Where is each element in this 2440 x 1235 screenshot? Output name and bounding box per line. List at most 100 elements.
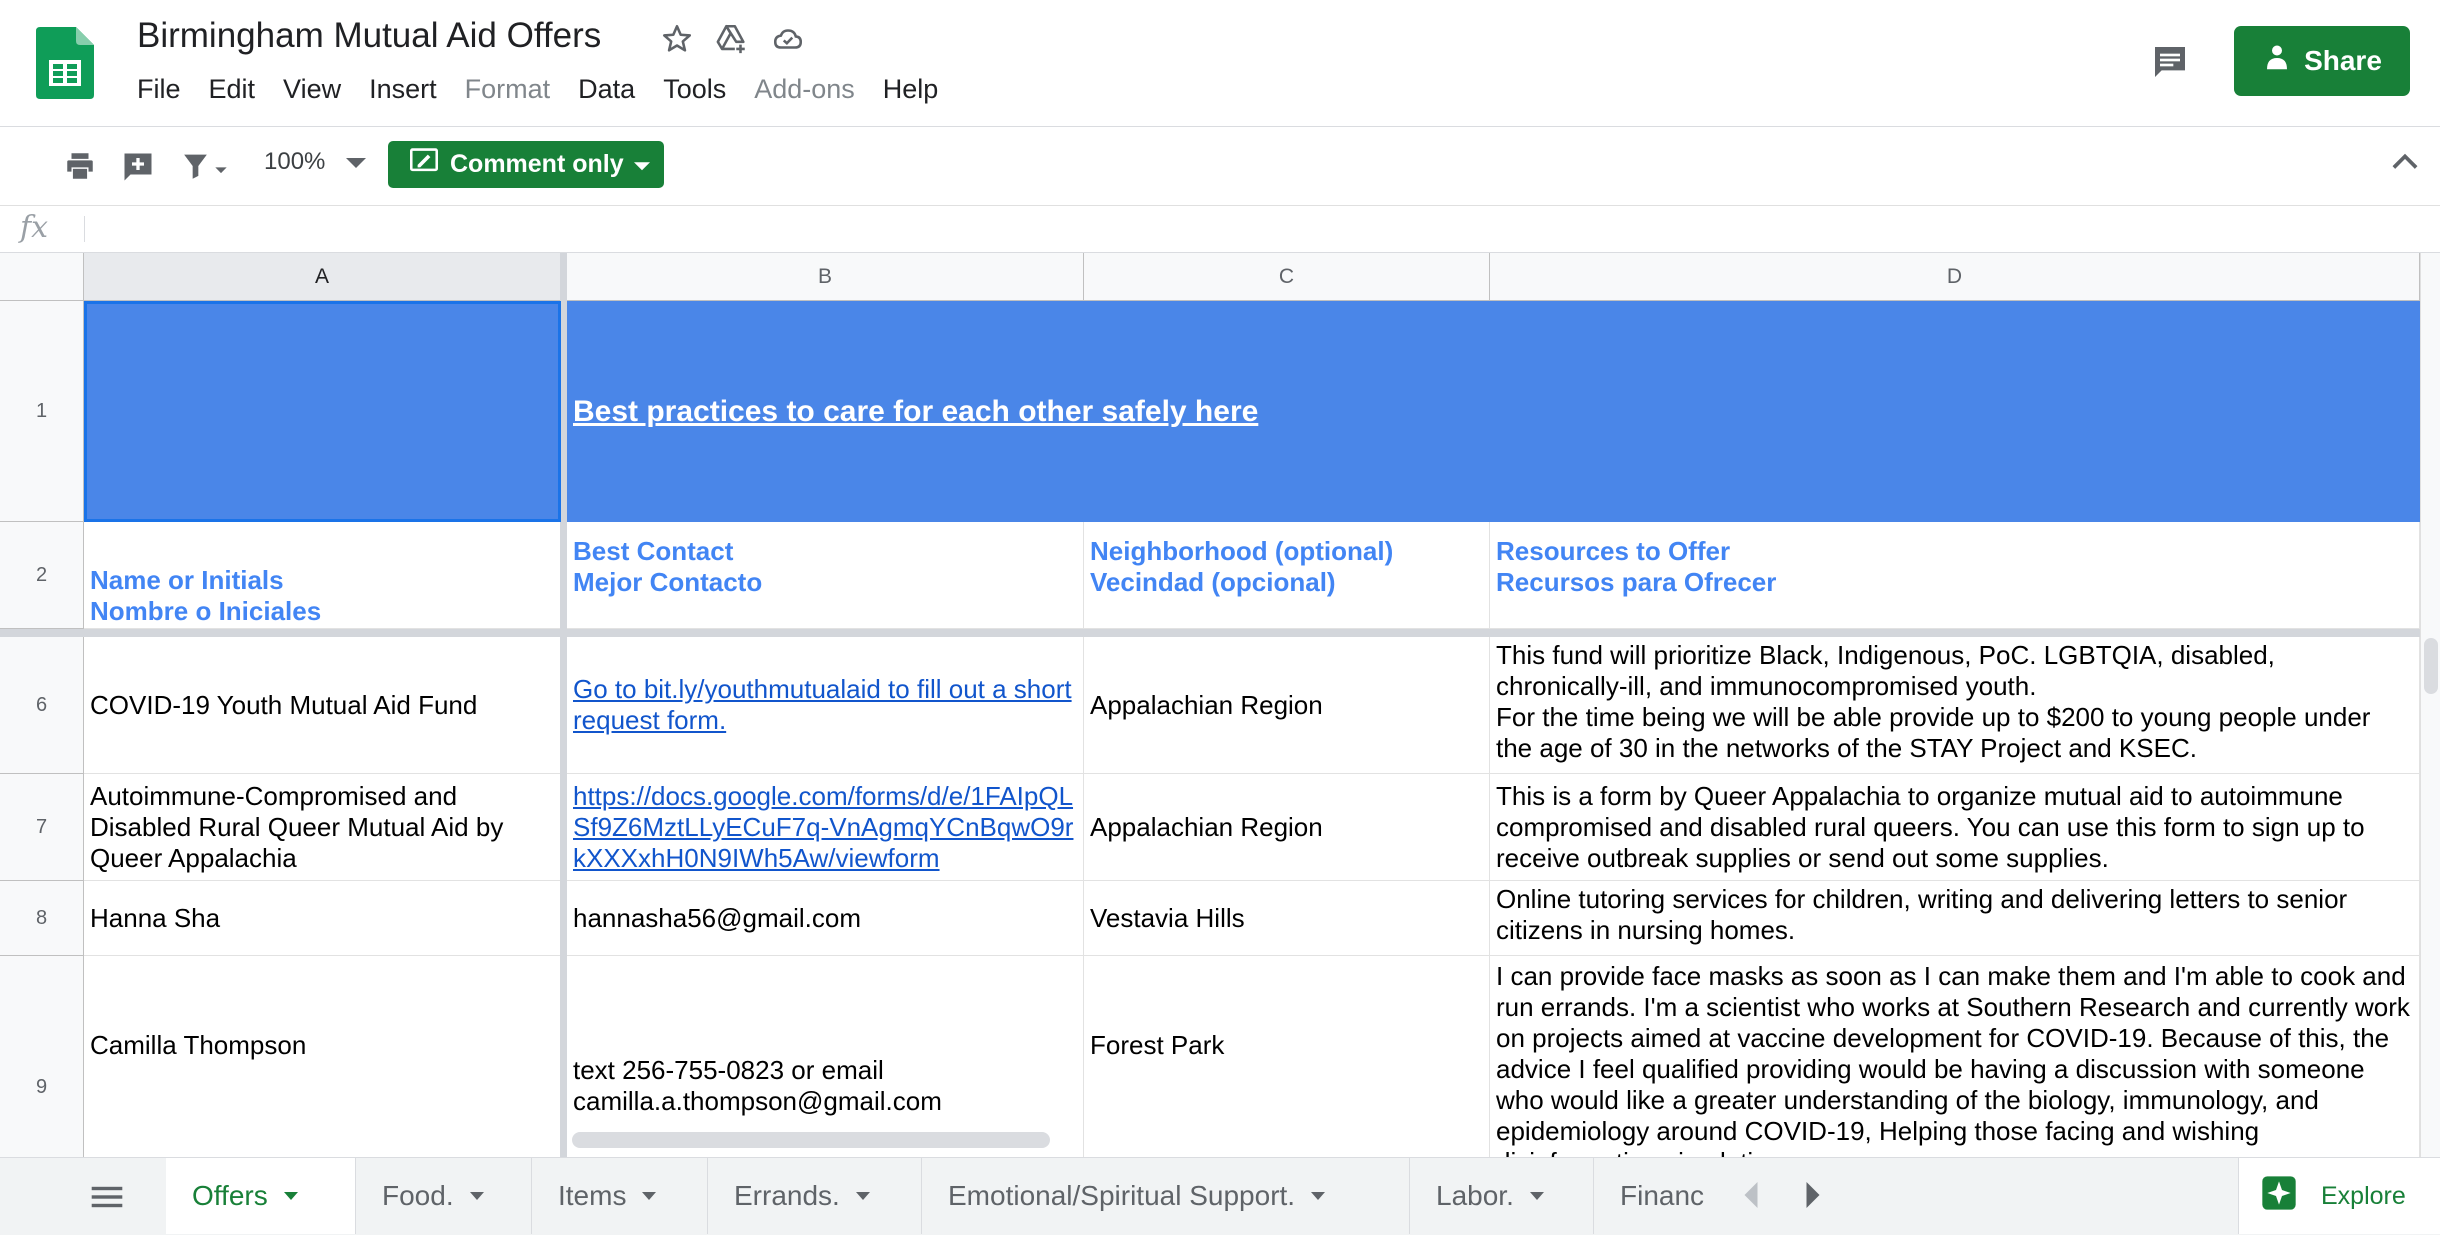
chevron-down-icon[interactable] <box>283 1192 298 1200</box>
comments-icon[interactable] <box>2148 42 2192 87</box>
share-lock-icon <box>2262 43 2292 80</box>
cell-a2[interactable]: Name or Initials Nombre o Iniciales <box>84 522 561 629</box>
sheets-logo-icon[interactable] <box>36 27 94 104</box>
column-header-d[interactable]: D <box>1490 253 2420 301</box>
sheet-tab-label: Items <box>558 1180 627 1211</box>
sheet-tab-financial[interactable]: Financ <box>1594 1158 1714 1234</box>
chevron-down-icon[interactable] <box>855 1192 870 1200</box>
cell-a9[interactable]: Camilla Thompson <box>84 956 561 1157</box>
sheet-tab-label: Labor. <box>1436 1180 1514 1211</box>
menu-file[interactable]: File <box>137 74 181 105</box>
cell-a1[interactable] <box>84 301 561 522</box>
cell-d7[interactable]: This is a form by Queer Appalachia to or… <box>1490 774 2420 881</box>
scroll-tabs-right-icon[interactable] <box>1804 1182 1822 1213</box>
menu-view[interactable]: View <box>283 74 341 105</box>
scroll-tabs-left-icon[interactable] <box>1742 1182 1760 1213</box>
zoom-select[interactable]: 100% <box>264 148 325 176</box>
menu-data[interactable]: Data <box>578 74 635 105</box>
sheet-tab-label: Emotional/Spiritual Support. <box>948 1180 1296 1211</box>
cell-d2[interactable]: Resources to Offer Recursos para Ofrecer <box>1490 522 2420 629</box>
explore-icon <box>2259 1173 2299 1220</box>
explore-button[interactable]: Explore <box>2238 1158 2440 1234</box>
sheet-tab-errands[interactable]: Errands. <box>708 1158 922 1234</box>
chevron-down-icon[interactable] <box>1529 1192 1544 1200</box>
zoom-dropdown-icon[interactable] <box>346 157 366 176</box>
cell-d8[interactable]: Online tutoring services for children, w… <box>1490 881 2420 956</box>
app-header: Birmingham Mutual Aid Offers File Edit V… <box>0 0 2440 127</box>
cell-b7-link[interactable]: https://docs.google.com/forms/d/e/1FAIpQ… <box>567 774 1084 881</box>
frozen-column-divider[interactable] <box>560 253 567 1157</box>
select-all-corner[interactable] <box>0 253 84 301</box>
cell-c9[interactable]: Forest Park <box>1084 956 1490 1157</box>
row-header-7[interactable]: 7 <box>0 774 84 881</box>
menu-edit[interactable]: Edit <box>209 74 256 105</box>
sheet-tab-label: Offers <box>192 1180 268 1211</box>
comment-only-dropdown-icon <box>633 150 650 179</box>
toolbar <box>0 127 2440 206</box>
comment-edit-icon <box>408 147 440 182</box>
sheet-tab-offers[interactable]: Offers <box>166 1158 356 1234</box>
formula-divider <box>84 216 85 242</box>
row-header-1[interactable]: 1 <box>0 301 84 522</box>
row-header-9[interactable]: 9 <box>0 956 84 1157</box>
sheet-tab-labor[interactable]: Labor. <box>1410 1158 1594 1234</box>
menu-help[interactable]: Help <box>883 74 939 105</box>
vertical-scrollbar[interactable] <box>2424 638 2438 694</box>
column-header-a[interactable]: A <box>84 253 561 301</box>
filter-icon[interactable] <box>176 149 232 188</box>
fx-icon: fx <box>20 210 49 245</box>
best-practices-link[interactable]: Best practices to care for each other sa… <box>573 396 1258 427</box>
cell-b9[interactable]: text 256-755-0823 or email camilla.a.tho… <box>567 956 1084 1157</box>
move-to-drive-icon[interactable] <box>714 22 750 56</box>
sheet-tab-label: Financ <box>1620 1180 1705 1211</box>
cell-a7[interactable]: Autoimmune-Compromised and Disabled Rura… <box>84 774 561 881</box>
star-icon[interactable] <box>660 22 694 56</box>
document-title[interactable]: Birmingham Mutual Aid Offers <box>137 16 601 56</box>
comment-only-label: Comment only <box>450 150 624 178</box>
menu-insert[interactable]: Insert <box>369 74 437 105</box>
all-sheets-menu-icon[interactable] <box>90 1184 124 1215</box>
cell-c2[interactable]: Neighborhood (optional) Vecindad (opcion… <box>1084 522 1490 629</box>
sheet-tabs-bar: Offers Food. Items Errands. Emotional/Sp… <box>0 1157 2440 1235</box>
explore-label: Explore <box>2321 1181 2406 1210</box>
cell-c7[interactable]: Appalachian Region <box>1084 774 1490 881</box>
chevron-down-icon[interactable] <box>469 1192 484 1200</box>
cell-b1-banner[interactable]: Best practices to care for each other sa… <box>567 301 2420 522</box>
chevron-down-icon[interactable] <box>642 1192 657 1200</box>
vertical-scroll-track[interactable] <box>2420 253 2440 1157</box>
chevron-down-icon[interactable] <box>1311 1192 1326 1200</box>
cell-d9[interactable]: I can provide face masks as soon as I ca… <box>1490 956 2420 1157</box>
sheet-tab-emotional-spiritual-support[interactable]: Emotional/Spiritual Support. <box>922 1158 1410 1234</box>
menu-add-ons: Add-ons <box>754 74 855 104</box>
share-button[interactable]: Share <box>2234 26 2410 96</box>
collapse-menus-icon[interactable] <box>2392 152 2418 175</box>
sheet-tab-food[interactable]: Food. <box>356 1158 532 1234</box>
frozen-row-divider[interactable] <box>0 629 2420 637</box>
row-header-8[interactable]: 8 <box>0 881 84 956</box>
cell-b6-link[interactable]: Go to bit.ly/youthmutualaid to fill out … <box>567 637 1084 774</box>
row-header-2[interactable]: 2 <box>0 522 84 629</box>
sheet-tab-label: Food. <box>382 1180 454 1211</box>
cell-c8[interactable]: Vestavia Hills <box>1084 881 1490 956</box>
cloud-saved-icon[interactable] <box>770 22 806 56</box>
menu-format: Format <box>464 74 551 104</box>
cell-b8[interactable]: hannasha56@gmail.com <box>567 881 1084 956</box>
cell-d6[interactable]: This fund will prioritize Black, Indigen… <box>1490 637 2420 774</box>
cell-c6[interactable]: Appalachian Region <box>1084 637 1490 774</box>
cell-a8[interactable]: Hanna Sha <box>84 881 561 956</box>
sheet-tab-label: Errands. <box>734 1180 840 1211</box>
column-header-c[interactable]: C <box>1084 253 1490 301</box>
comment-only-button[interactable]: Comment only <box>388 141 664 188</box>
horizontal-scrollbar[interactable] <box>572 1132 1050 1148</box>
menu-tools[interactable]: Tools <box>663 74 726 105</box>
menu-bar: File Edit View Insert Format Data Tools … <box>137 74 966 105</box>
cell-b2[interactable]: Best Contact Mejor Contacto <box>567 522 1084 629</box>
row-header-6[interactable]: 6 <box>0 637 84 774</box>
formula-bar: fx <box>0 206 2440 253</box>
print-icon[interactable] <box>62 149 98 188</box>
add-comment-icon[interactable] <box>120 149 156 190</box>
column-header-b[interactable]: B <box>567 253 1084 301</box>
share-label: Share <box>2304 45 2382 76</box>
sheet-tab-items[interactable]: Items <box>532 1158 708 1234</box>
cell-a6[interactable]: COVID-19 Youth Mutual Aid Fund <box>84 637 561 774</box>
